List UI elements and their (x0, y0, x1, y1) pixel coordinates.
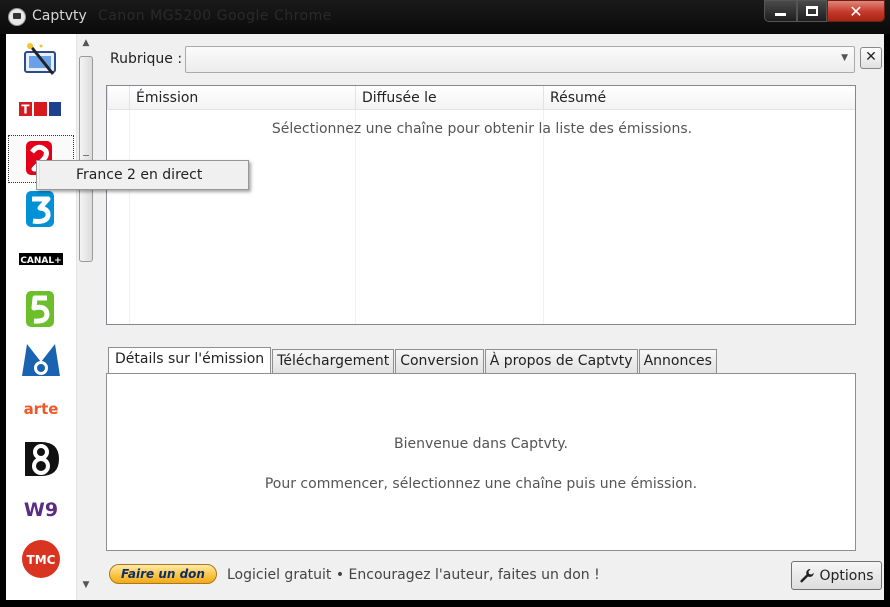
donate-button[interactable]: Faire un don (109, 564, 217, 584)
channel-france5[interactable] (8, 285, 74, 333)
title-bar[interactable]: Captvty Canon MG5200 Google Chrome ✕ (0, 0, 890, 34)
column-header-diffusee-le[interactable]: Diffusée le (355, 86, 543, 110)
scroll-thumb[interactable] (79, 56, 93, 262)
france3-logo (26, 191, 54, 227)
channel-scrollbar[interactable]: ▲ ▼ (76, 34, 94, 600)
channel-m6[interactable] (8, 335, 74, 383)
next-channel-logo (21, 599, 61, 600)
emissions-list-header: Émission Diffusée le Résumé (107, 86, 855, 110)
background-window-text: Canon MG5200 Google Chrome (98, 8, 332, 24)
minimize-icon (775, 12, 786, 16)
w9-logo: W9 (24, 499, 58, 520)
tf1-logo: T (19, 102, 61, 117)
tab-conversion[interactable]: Conversion (395, 349, 484, 373)
close-icon: ✕ (865, 49, 877, 65)
app-icon (8, 8, 26, 26)
arte-logo: arte (24, 400, 59, 418)
column-divider (855, 110, 856, 325)
channel-d8[interactable] (8, 435, 74, 483)
rubrique-label: Rubrique : (110, 51, 183, 67)
options-button[interactable]: Options (791, 561, 882, 590)
w9-logo-text: W9 (24, 499, 58, 520)
rubrique-dropdown[interactable]: ▼ (185, 46, 855, 73)
canalplus-logo-text: CANAL+ (20, 256, 61, 266)
d8-logo (25, 442, 59, 476)
column-divider (129, 110, 130, 324)
column-header-emission[interactable]: Émission (129, 86, 355, 110)
tmc-logo-text: TMC (27, 553, 56, 567)
channel-canalplus[interactable]: CANAL+ (8, 235, 74, 283)
window-controls: ✕ (764, 0, 885, 24)
tab-annonces[interactable]: Annonces (638, 349, 717, 373)
maximize-button[interactable] (797, 0, 827, 22)
tab-details[interactable]: Détails sur l'émission (108, 347, 272, 374)
channel-tf1[interactable]: T (8, 85, 74, 133)
tv-magic-icon (24, 43, 56, 75)
channel-w9[interactable]: W9 (8, 485, 74, 533)
maximize-icon (806, 6, 818, 16)
tab-telechargement[interactable]: Téléchargement (272, 349, 395, 373)
options-label: Options (819, 567, 874, 584)
column-header-resume[interactable]: Résumé (543, 86, 855, 110)
minimize-button[interactable] (764, 0, 797, 22)
arte-logo-text: arte (24, 400, 59, 418)
context-menu: France 2 en direct (36, 160, 249, 190)
welcome-text: Bienvenue dans Captvty. (393, 436, 568, 452)
main-window: T CANAL+ arte W9 TMC ▲ ▼ Rubrique: ▼ ✕ … (6, 34, 884, 600)
m6-logo (22, 344, 60, 376)
tab-a-propos[interactable]: À propos de Captvty (484, 349, 638, 373)
scroll-up-arrow-icon[interactable]: ▲ (77, 34, 95, 52)
channel-tmc[interactable]: TMC (8, 535, 74, 583)
tmc-logo: TMC (22, 540, 60, 578)
column-divider (543, 110, 544, 324)
close-icon: ✕ (849, 1, 863, 21)
emissions-list[interactable]: Émission Diffusée le Résumé Sélectionnez… (106, 85, 856, 325)
wrench-icon (800, 568, 815, 582)
instructions-text: Pour commencer, sélectionnez une chaîne … (264, 476, 698, 492)
scroll-down-arrow-icon[interactable]: ▼ (77, 576, 95, 594)
close-window-button[interactable]: ✕ (827, 0, 885, 22)
tf1-logo-t: T (21, 103, 30, 117)
channel-next-partial[interactable] (8, 585, 74, 600)
context-menu-item-france2-live[interactable]: France 2 en direct (39, 163, 246, 187)
canalplus-logo: CANAL+ (19, 253, 63, 266)
channel-france3[interactable] (8, 185, 74, 233)
clear-rubrique-button[interactable]: ✕ (860, 47, 882, 69)
channel-list: T CANAL+ arte W9 TMC (6, 34, 76, 600)
window-title: Captvty (32, 8, 87, 24)
footer-message: Logiciel gratuit • Encouragez l'auteur, … (227, 567, 600, 583)
france5-logo (26, 291, 54, 327)
header-spacer (107, 86, 129, 110)
chevron-down-icon: ▼ (841, 53, 848, 63)
column-divider (355, 110, 356, 324)
details-tabs: Détails sur l'émission Téléchargement Co… (108, 347, 718, 374)
channel-tv-magic[interactable] (8, 36, 74, 84)
emissions-empty-message: Sélectionnez une chaîne pour obtenir la … (271, 121, 693, 137)
channel-arte[interactable]: arte (8, 385, 74, 433)
details-panel: Bienvenue dans Captvty. Pour commencer, … (106, 373, 856, 551)
